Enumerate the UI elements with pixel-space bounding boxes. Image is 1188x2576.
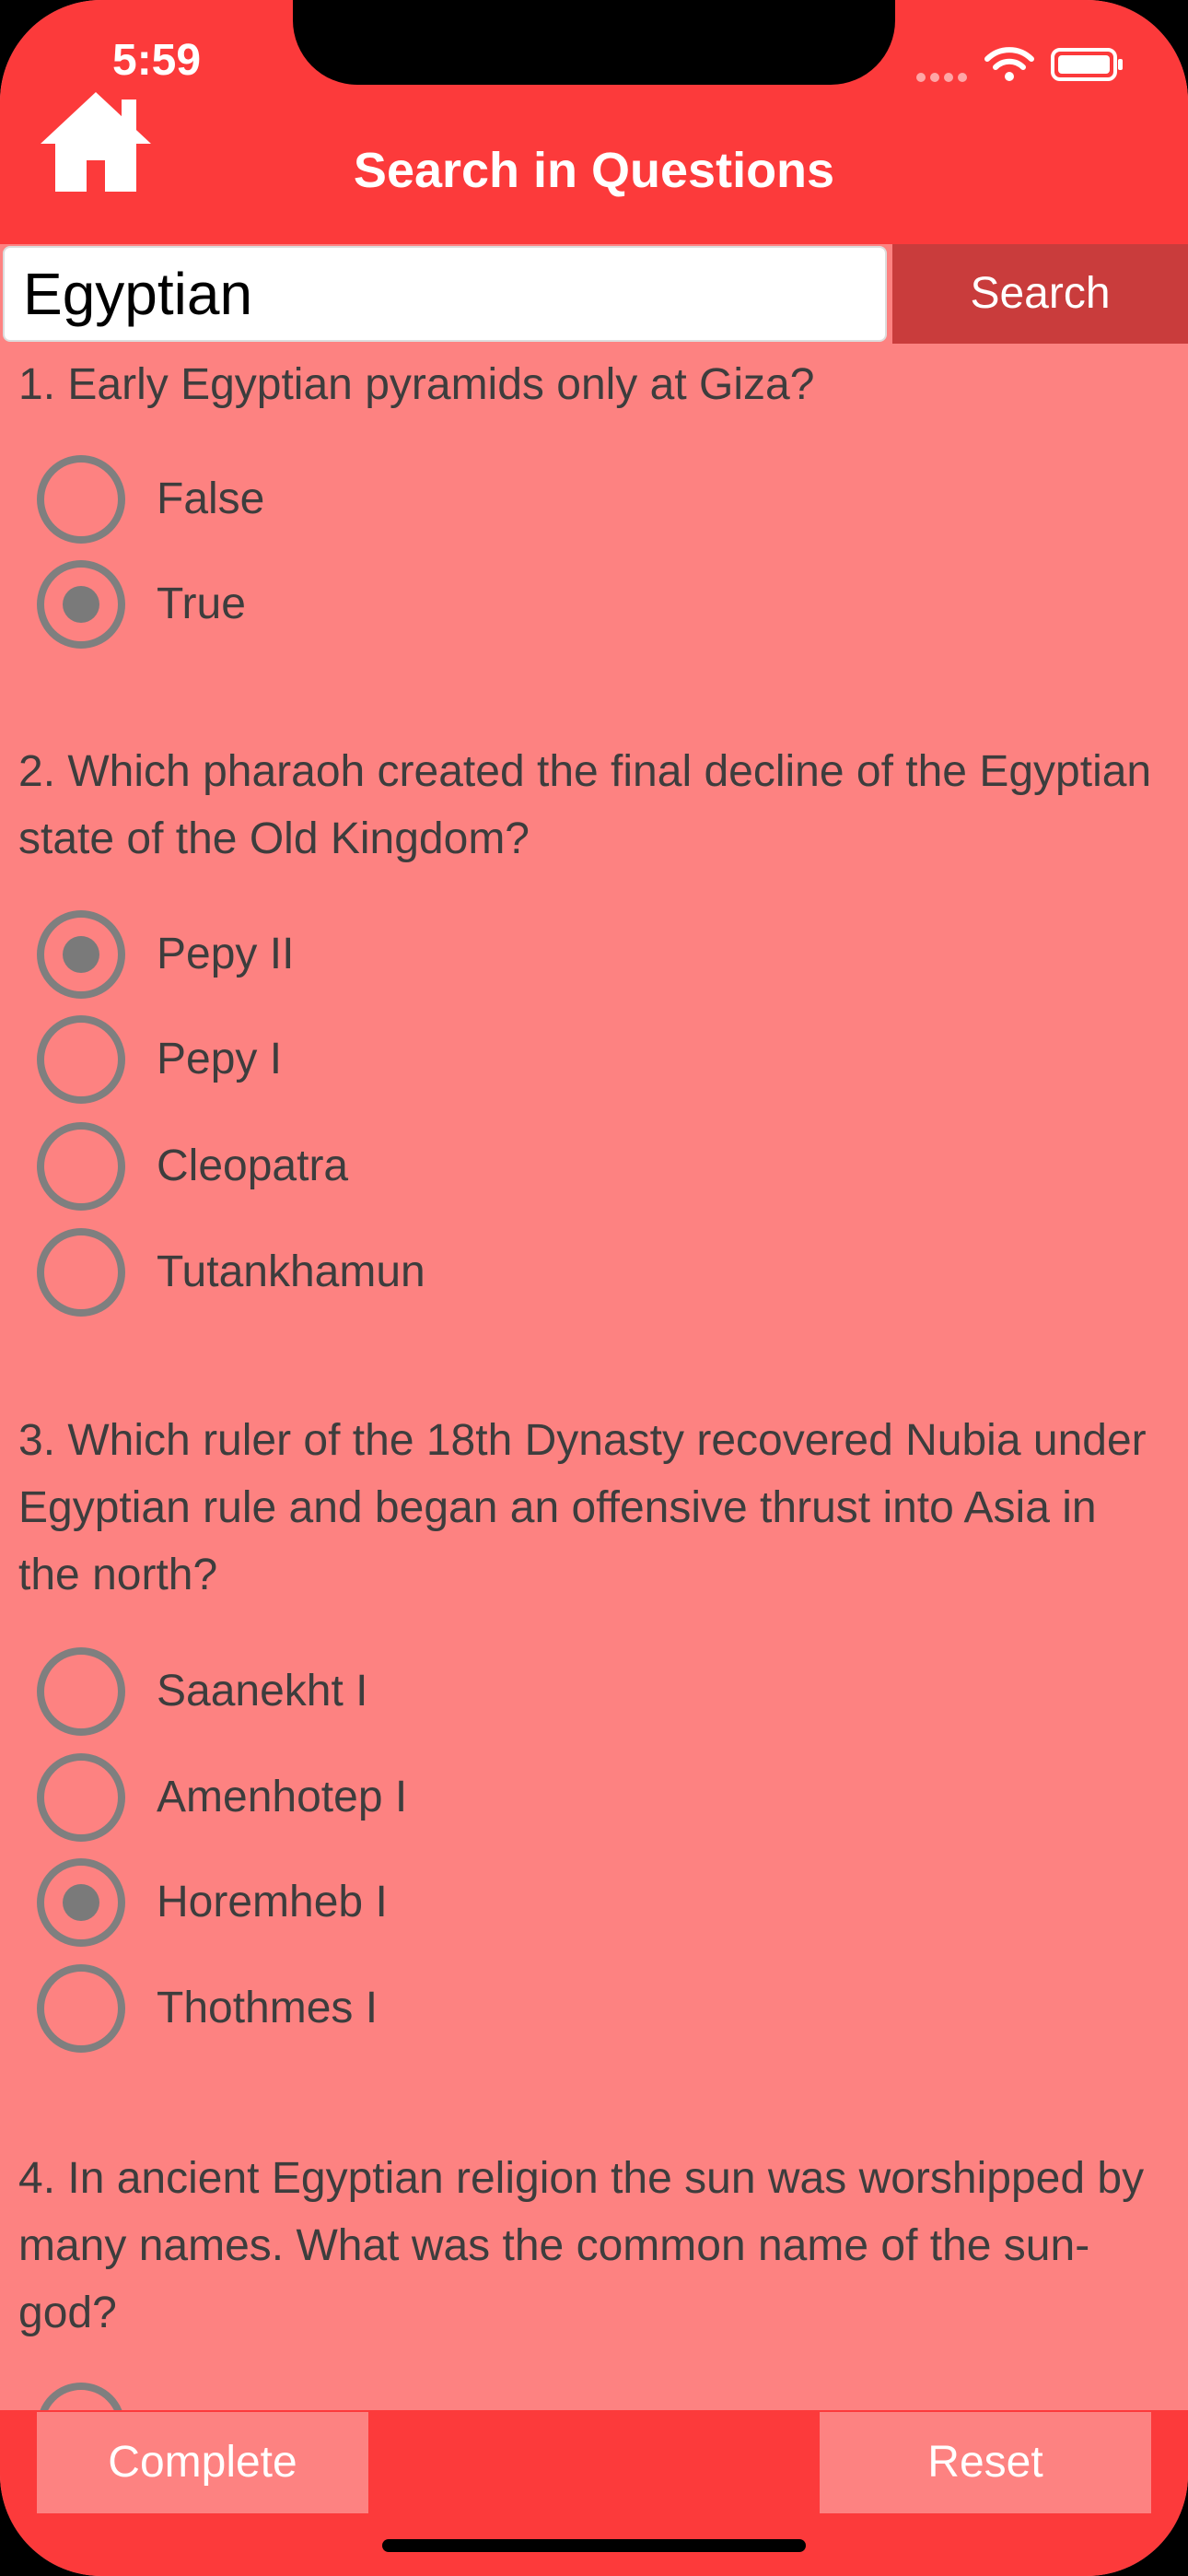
status-time: 5:59 — [112, 36, 202, 85]
app-screen: 5:59 Search in Questions Search 1. Early… — [0, 0, 1188, 2576]
answer-option[interactable]: Pepy II — [37, 910, 958, 999]
answer-option[interactable]: Cleopatra — [37, 1122, 958, 1211]
answer-label: True — [157, 580, 246, 628]
answer-label: Pepy II — [157, 930, 295, 978]
answer-label: False — [157, 474, 265, 523]
radio-button[interactable] — [37, 455, 125, 544]
question-text: 1. Early Egyptian pyramids only at Giza? — [18, 360, 815, 409]
reset-button[interactable]: Reset — [820, 2412, 1151, 2513]
question-text: 2. Which pharaoh created the final decli… — [18, 747, 1152, 863]
answer-label: Horemheb I — [157, 1878, 388, 1926]
radio-button[interactable] — [37, 1964, 125, 2053]
radio-button[interactable] — [37, 1228, 125, 1317]
answer-option[interactable]: Horemheb I — [37, 1858, 958, 1947]
answer-label: Thothmes I — [157, 1984, 379, 2032]
radio-button[interactable] — [37, 1015, 125, 1104]
answer-label: Amenhotep I — [157, 1773, 408, 1821]
answer-label: Pepy I — [157, 1035, 283, 1083]
search-button[interactable]: Search — [892, 244, 1188, 344]
question-text: 3. Which ruler of the 18th Dynasty recov… — [18, 1416, 1147, 1599]
search-bar: Search — [0, 244, 1188, 344]
battery-icon — [1051, 48, 1123, 81]
complete-button[interactable]: Complete — [37, 2412, 368, 2513]
device-notch — [293, 0, 895, 85]
answer-option[interactable]: Thothmes I — [37, 1964, 958, 2053]
answer-label: Cleopatra — [157, 1142, 349, 1190]
cellular-signal-icon — [916, 70, 972, 87]
search-input[interactable] — [3, 246, 887, 342]
answer-option[interactable]: True — [37, 560, 958, 649]
radio-button[interactable] — [37, 1122, 125, 1211]
answer-option[interactable]: Saanekht I — [37, 1647, 958, 1736]
answer-option[interactable]: Pepy I — [37, 1015, 958, 1104]
radio-button[interactable] — [37, 1753, 125, 1842]
radio-button-selected[interactable] — [37, 910, 125, 999]
wifi-icon — [984, 47, 1034, 81]
answer-option[interactable]: False — [37, 455, 958, 544]
answer-option[interactable]: Amenhotep I — [37, 1753, 958, 1842]
question-text: 4. In ancient Egyptian religion the sun … — [18, 2154, 1145, 2337]
page-title: Search in Questions — [353, 143, 835, 198]
answer-label: Tutankhamun — [157, 1247, 425, 1296]
radio-button-selected[interactable] — [37, 560, 125, 649]
home-indicator[interactable] — [382, 2539, 806, 2552]
radio-button[interactable] — [37, 1647, 125, 1736]
answer-option[interactable]: Tutankhamun — [37, 1228, 958, 1317]
answer-label: Saanekht I — [157, 1667, 368, 1715]
radio-button-selected[interactable] — [37, 1858, 125, 1947]
